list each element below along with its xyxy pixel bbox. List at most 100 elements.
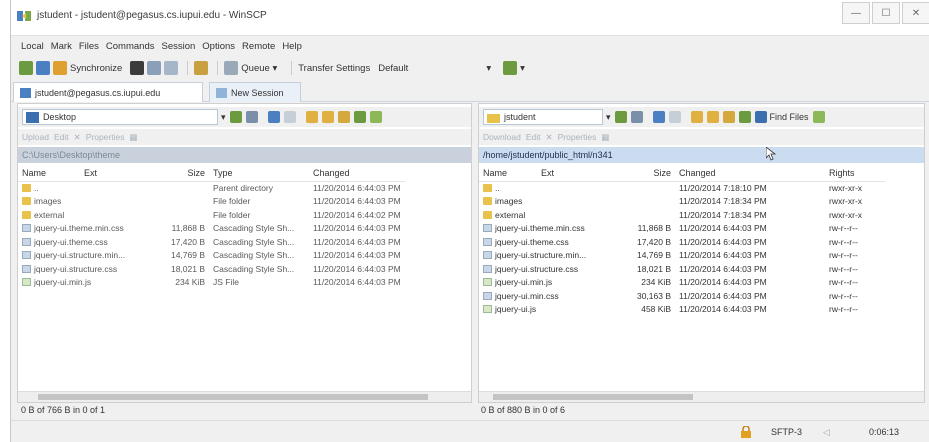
properties-button[interactable]: Properties	[558, 132, 597, 142]
menu-session[interactable]: Session	[161, 41, 195, 52]
table-row[interactable]: jquery-ui.theme.min.css 11,868 B Cascading…	[18, 222, 405, 236]
menu-options[interactable]: Options	[202, 41, 235, 52]
sync-icon[interactable]	[369, 111, 382, 123]
desktop-icon	[26, 111, 39, 123]
table-row[interactable]: jquery-ui.theme.css 17,420 B Cascading Sty…	[18, 235, 405, 249]
session-tab-jstudent[interactable]: jstudent@pegasus.cs.iupui.edu	[13, 82, 203, 102]
local-drive-select[interactable]: Desktop	[22, 109, 218, 125]
local-drive-dropdown-icon[interactable]: ▾	[221, 112, 226, 123]
table-row[interactable]: external File folder 11/20/2014 6:44:02 PM	[18, 208, 405, 222]
table-row[interactable]: jquery-ui.structure.min... 14,769 B Cascad…	[18, 249, 405, 263]
remote-horizontal-scrollbar[interactable]	[479, 391, 924, 402]
column-name[interactable]: Name	[18, 166, 80, 182]
back-icon[interactable]	[652, 111, 665, 123]
parent-dir-icon[interactable]	[690, 111, 703, 123]
transfer-settings-value[interactable]: Default	[378, 63, 408, 74]
css-file-icon	[483, 264, 492, 273]
transfer-settings-dropdown-icon[interactable]: ▾	[486, 63, 491, 74]
column-ext[interactable]: Ext	[537, 166, 601, 182]
table-row[interactable]: external 11/20/2014 7:18:34 PM rwxr-xr-x	[479, 208, 885, 222]
window-title: jstudent - jstudent@pegasus.cs.iupui.edu…	[37, 10, 267, 21]
table-row[interactable]: jquery-ui.js 458 KiB 11/20/2014 6:44:03 PM…	[479, 303, 885, 317]
close-button[interactable]: ✕	[902, 2, 929, 24]
column-type[interactable]: Type	[209, 166, 309, 182]
queue-button[interactable]: Queue ▾	[241, 63, 277, 74]
download-button[interactable]: Download	[483, 132, 521, 142]
menu-commands[interactable]: Commands	[106, 41, 155, 52]
table-row[interactable]: images File folder 11/20/2014 6:44:03 PM	[18, 195, 405, 209]
table-row[interactable]: jquery-ui.min.js 234 KiB JS File 11/20/2014…	[18, 276, 405, 290]
edit-button[interactable]: Edit	[526, 132, 541, 142]
filter-icon[interactable]	[229, 111, 242, 123]
css-file-icon	[483, 224, 492, 233]
table-row[interactable]: jquery-ui.structure.min... 14,769 B 11/20/…	[479, 249, 885, 263]
home-dir-icon[interactable]	[722, 111, 735, 123]
local-path[interactable]: C:\Users\Desktop\theme	[18, 147, 471, 163]
transfer-options-icon[interactable]	[503, 61, 518, 75]
parent-dir-icon[interactable]	[305, 111, 318, 123]
column-name[interactable]: Name	[479, 166, 537, 182]
table-row[interactable]: jquery-ui.min.css 30,163 B 11/20/2014 6:44…	[479, 289, 885, 303]
remote-path[interactable]: /home/jstudent/public_html/n341	[479, 147, 924, 163]
queue-icon[interactable]	[224, 61, 239, 75]
menu-local[interactable]: Local	[21, 41, 44, 52]
table-row[interactable]: jquery-ui.theme.css 17,420 B 11/20/2014 6:…	[479, 235, 885, 249]
table-row[interactable]: jquery-ui.structure.css 18,021 B Cascading…	[18, 262, 405, 276]
remote-dir-dropdown-icon[interactable]: ▾	[606, 112, 611, 123]
local-horizontal-scrollbar[interactable]	[18, 391, 471, 402]
column-size[interactable]: Size	[601, 166, 675, 182]
open-dir-icon[interactable]	[630, 111, 643, 123]
column-ext[interactable]: Ext	[80, 166, 146, 182]
menu-files[interactable]: Files	[79, 41, 99, 52]
remote-dir-select[interactable]: jstudent	[483, 109, 603, 125]
column-rights[interactable]: Rights	[825, 166, 885, 182]
menu-mark[interactable]: Mark	[51, 41, 72, 52]
forward-icon[interactable]	[283, 111, 296, 123]
filter-icon[interactable]	[614, 111, 627, 123]
preferences-icon[interactable]	[194, 61, 209, 75]
table-row[interactable]: jquery-ui.structure.css 18,021 B 11/20/201…	[479, 262, 885, 276]
find-icon[interactable]	[164, 61, 179, 75]
find-files-icon[interactable]	[754, 111, 767, 123]
upload-button[interactable]: Upload	[22, 132, 49, 142]
new-folder-icon[interactable]: ▦	[601, 132, 609, 143]
remote-scroll-thumb[interactable]	[493, 394, 693, 400]
root-dir-icon[interactable]	[706, 111, 719, 123]
column-changed[interactable]: Changed	[309, 166, 405, 182]
sync-browse-icon[interactable]	[36, 61, 50, 75]
table-row[interactable]: images 11/20/2014 7:18:34 PM rwxr-xr-x	[479, 195, 885, 209]
properties-button[interactable]: Properties	[86, 132, 125, 142]
terminal-icon[interactable]	[147, 61, 162, 75]
new-session-tab[interactable]: New Session	[209, 82, 301, 102]
back-icon[interactable]	[267, 111, 280, 123]
minimize-button[interactable]: —	[842, 2, 870, 24]
synchronize-button[interactable]: Synchronize	[70, 63, 122, 74]
compare-icon[interactable]	[19, 61, 33, 75]
new-folder-icon[interactable]: ▦	[129, 132, 137, 143]
root-dir-icon[interactable]	[321, 111, 334, 123]
refresh-icon[interactable]	[353, 111, 366, 123]
console-icon[interactable]	[130, 61, 145, 75]
refresh-icon[interactable]	[738, 111, 751, 123]
table-row[interactable]: .. Parent directory 11/20/2014 6:44:03 PM	[18, 181, 405, 195]
column-changed[interactable]: Changed	[675, 166, 825, 182]
edit-button[interactable]: Edit	[54, 132, 69, 142]
synchronize-icon[interactable]	[53, 61, 67, 75]
open-dir-icon[interactable]	[245, 111, 258, 123]
delete-icon[interactable]: ✕	[545, 132, 552, 143]
maximize-button[interactable]: ☐	[872, 2, 900, 24]
delete-icon[interactable]: ✕	[74, 132, 81, 143]
menu-help[interactable]: Help	[282, 41, 302, 52]
local-scroll-thumb[interactable]	[38, 394, 428, 400]
find-files-button[interactable]: Find Files	[770, 112, 809, 122]
column-size[interactable]: Size	[146, 166, 209, 182]
table-row[interactable]: .. 11/20/2014 7:18:10 PM rwxr-xr-x	[479, 181, 885, 195]
table-row[interactable]: jquery-ui.theme.min.css 11,868 B 11/20/201…	[479, 222, 885, 236]
home-dir-icon[interactable]	[337, 111, 350, 123]
transfer-options-dropdown-icon[interactable]: ▾	[520, 63, 525, 74]
table-row[interactable]: jquery-ui.min.js 234 KiB 11/20/2014 6:44:0…	[479, 276, 885, 290]
file-size-cell: 14,769 B	[636, 250, 671, 261]
menu-remote[interactable]: Remote	[242, 41, 275, 52]
sync-icon[interactable]	[812, 111, 825, 123]
forward-icon[interactable]	[668, 111, 681, 123]
